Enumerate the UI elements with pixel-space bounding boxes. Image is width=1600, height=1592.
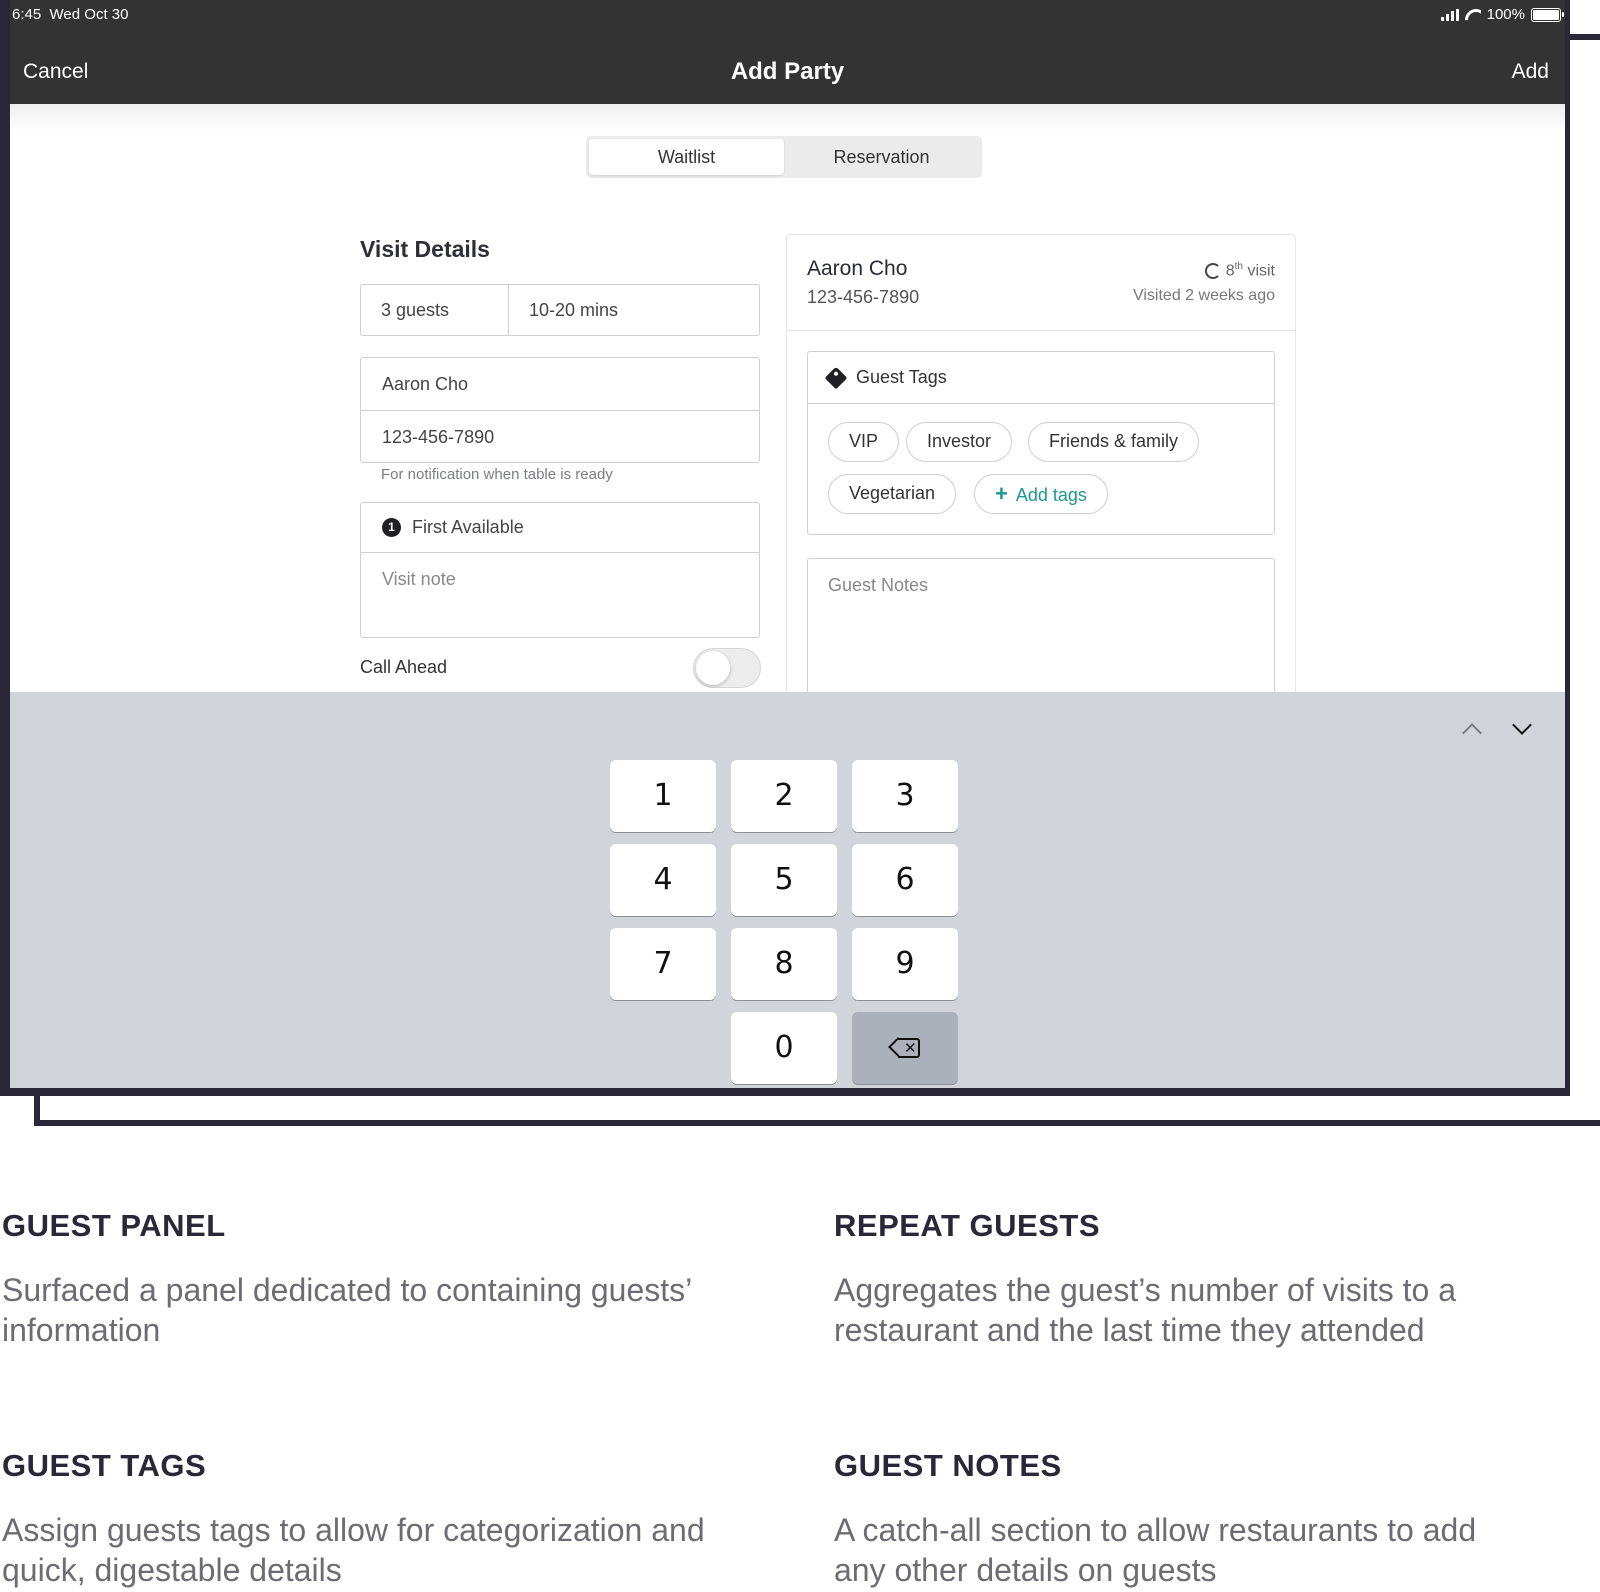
- seating-note-box: 1 First Available Visit note: [360, 502, 760, 638]
- nav-bar: Cancel Add Party Add: [10, 32, 1565, 104]
- status-date: Wed Oct 30: [49, 6, 129, 23]
- tag-chip[interactable]: Friends & family: [1028, 422, 1200, 462]
- backspace-key[interactable]: ✕: [852, 1012, 958, 1084]
- visit-note-input[interactable]: Visit note: [361, 553, 759, 606]
- key-3[interactable]: 3: [852, 760, 958, 832]
- visit-number: 8: [1225, 262, 1235, 280]
- tablet-frame: 6:45 Wed Oct 30 100% Cancel Add Party Ad…: [0, 0, 1570, 1096]
- key-1[interactable]: 1: [610, 760, 716, 832]
- key-8[interactable]: 8: [731, 928, 837, 1000]
- tag-chip[interactable]: VIP: [828, 422, 900, 462]
- tag-chip[interactable]: Vegetarian: [828, 474, 957, 514]
- caption-guest-notes: GUEST NOTES A catch-all section to allow…: [834, 1448, 1534, 1590]
- caption-guest-tags: GUEST TAGS Assign guests tags to allow f…: [2, 1448, 722, 1590]
- key-5[interactable]: 5: [731, 844, 837, 916]
- call-ahead-toggle[interactable]: [693, 648, 761, 688]
- segment-waitlist[interactable]: Waitlist: [589, 139, 784, 175]
- guest-panel-header: Aaron Cho 123-456-7890 8th visit Visited…: [787, 235, 1295, 331]
- visit-details-heading: Visit Details: [360, 236, 490, 262]
- segment-reservation[interactable]: Reservation: [784, 139, 979, 175]
- guest-tags-title: Guest Tags: [856, 367, 947, 387]
- guest-phone: 123-456-7890: [807, 287, 920, 307]
- chevron-up-icon[interactable]: [1462, 723, 1482, 743]
- last-visit: Visited 2 weeks ago: [1132, 287, 1275, 304]
- guest-panel: Aaron Cho 123-456-7890 8th visit Visited…: [786, 234, 1296, 692]
- wait-time-field[interactable]: 10-20 mins: [509, 285, 618, 335]
- phone-hint: For notification when table is ready: [381, 466, 613, 483]
- call-ahead-label: Call Ahead: [360, 657, 448, 677]
- add-tags-button[interactable]: + Add tags: [974, 474, 1108, 514]
- guest-name: Aaron Cho: [807, 257, 908, 280]
- guest-tags-header: Guest Tags: [808, 352, 1274, 404]
- status-bar: 6:45 Wed Oct 30 100%: [10, 0, 1565, 32]
- visit-count: 8th visit: [1204, 261, 1275, 280]
- key-4[interactable]: 4: [610, 844, 716, 916]
- phone-field[interactable]: 123-456-7890: [361, 410, 759, 462]
- key-2[interactable]: 2: [731, 760, 837, 832]
- seating-selector[interactable]: 1 First Available: [361, 503, 759, 553]
- cellular-signal-icon: [1440, 8, 1459, 21]
- caption-title: GUEST NOTES: [834, 1448, 1062, 1483]
- tag-chip[interactable]: Investor: [906, 422, 1013, 462]
- battery-icon: [1531, 7, 1564, 22]
- caption-title: GUEST TAGS: [2, 1448, 207, 1483]
- caption-guest-panel: GUEST PANEL Surfaced a panel dedicated t…: [2, 1208, 722, 1350]
- caption-text: Surfaced a panel dedicated to containing…: [2, 1272, 692, 1348]
- name-field[interactable]: Aaron Cho: [361, 358, 759, 410]
- chevron-down-icon[interactable]: [1512, 715, 1532, 735]
- battery-percent: 100%: [1486, 6, 1525, 23]
- party-size-row: 3 guests 10-20 mins: [360, 284, 760, 336]
- caption-text: Assign guests tags to allow for categori…: [2, 1512, 705, 1588]
- tag-icon: [824, 366, 848, 389]
- add-button[interactable]: Add: [1512, 60, 1549, 84]
- seating-label: First Available: [412, 517, 524, 537]
- mode-segmented-control: Waitlist Reservation: [586, 136, 982, 178]
- page-title: Add Party: [730, 58, 845, 85]
- guest-notes-input[interactable]: Guest Notes: [807, 558, 1275, 692]
- backspace-icon: ✕: [888, 1037, 920, 1058]
- key-6[interactable]: 6: [852, 844, 958, 916]
- visit-number-suffix: th: [1234, 261, 1243, 272]
- guest-tags-box: Guest Tags VIP Investor Friends & family…: [807, 351, 1275, 535]
- caption-title: REPEAT GUESTS: [834, 1208, 1101, 1243]
- toggle-knob: [696, 651, 730, 685]
- seating-number-icon: 1: [382, 518, 401, 537]
- caption-text: Aggregates the guest’s number of visits …: [834, 1272, 1456, 1348]
- numeric-keyboard: 1 2 3 4 5 6 7 8 9 0 ✕: [10, 692, 1565, 1088]
- caption-text: A catch-all section to allow restaurants…: [834, 1512, 1477, 1588]
- key-9[interactable]: 9: [852, 928, 958, 1000]
- contact-fields: Aaron Cho 123-456-7890: [360, 357, 760, 463]
- plus-icon: +: [995, 481, 1008, 506]
- visit-label: visit: [1247, 262, 1275, 280]
- form-content: Waitlist Reservation Visit Details 3 gue…: [10, 104, 1565, 692]
- app-screen: 6:45 Wed Oct 30 100% Cancel Add Party Ad…: [10, 0, 1565, 1088]
- caption-title: GUEST PANEL: [2, 1208, 226, 1243]
- caption-repeat-guests: REPEAT GUESTS Aggregates the guest’s num…: [834, 1208, 1574, 1350]
- key-7[interactable]: 7: [610, 928, 716, 1000]
- status-time: 6:45: [12, 6, 42, 23]
- guest-count-field[interactable]: 3 guests: [361, 285, 509, 335]
- key-0[interactable]: 0: [731, 1012, 837, 1084]
- wifi-icon: [1465, 9, 1481, 21]
- add-tags-label: Add tags: [1015, 485, 1087, 505]
- repeat-visit-icon: [1204, 262, 1221, 279]
